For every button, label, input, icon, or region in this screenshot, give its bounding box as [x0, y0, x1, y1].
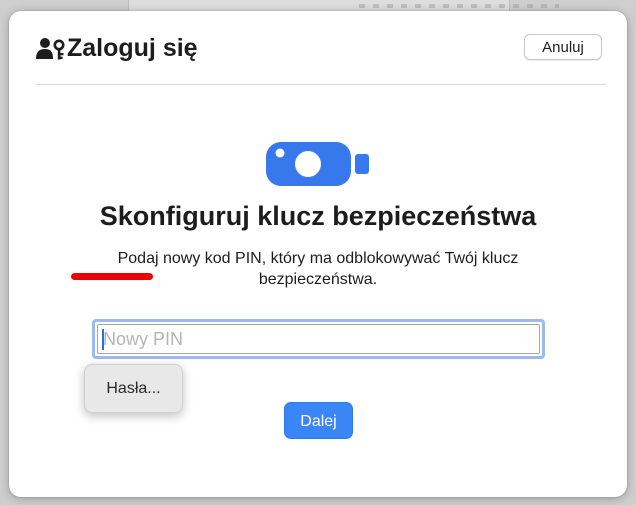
passwords-autofill-button[interactable]: Hasła... [84, 364, 183, 413]
cancel-button[interactable]: Anuluj [524, 34, 602, 60]
description-text: Podaj nowy kod PIN, który ma odblokowywa… [117, 250, 519, 288]
security-key-icon [266, 142, 369, 186]
header-divider [35, 84, 606, 85]
pin-field-focus-ring [92, 319, 545, 359]
next-button[interactable]: Dalej [284, 402, 353, 439]
page-heading: Skonfiguruj klucz bezpieczeństwa [99, 201, 537, 231]
user-key-icon [36, 38, 65, 60]
red-annotation-underline [71, 273, 153, 280]
dialog-title: Zaloguj się [67, 34, 198, 62]
dialog-header: Zaloguj się Anuluj [9, 11, 627, 85]
background-content [359, 4, 559, 8]
text-caret [102, 329, 104, 350]
sign-in-dialog: Zaloguj się Anuluj Skonfiguruj klucz bez… [9, 11, 627, 497]
new-pin-input[interactable] [97, 324, 540, 354]
